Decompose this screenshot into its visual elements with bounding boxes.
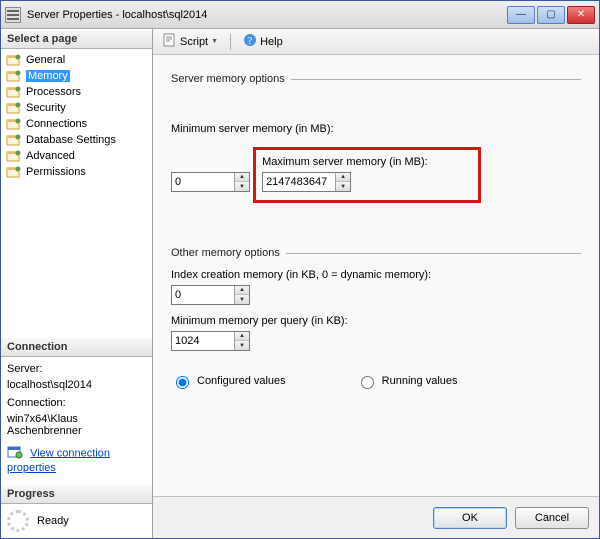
progress-header: Progress: [1, 484, 152, 504]
window-title: Server Properties - localhost\sql2014: [27, 9, 507, 21]
connection-value: win7x64\Klaus Aschenbrenner: [7, 413, 146, 437]
max-memory-input[interactable]: [263, 173, 335, 191]
ok-button[interactable]: OK: [433, 507, 507, 529]
spin-down-button[interactable]: ▼: [235, 295, 249, 304]
titlebar[interactable]: Server Properties - localhost\sql2014 — …: [1, 1, 599, 29]
sidebar-item-memory[interactable]: Memory: [3, 68, 150, 84]
page-icon: [6, 117, 22, 131]
page-icon: [6, 53, 22, 67]
max-memory-highlight: Maximum server memory (in MB): ▲▼: [253, 147, 481, 203]
script-button[interactable]: Script ▼: [159, 31, 222, 52]
index-memory-spinbox[interactable]: ▲▼: [171, 285, 250, 305]
sidebar-item-processors[interactable]: Processors: [3, 84, 150, 100]
max-memory-label: Maximum server memory (in MB):: [262, 156, 428, 168]
min-query-memory-label: Minimum memory per query (in KB):: [171, 315, 581, 327]
properties-icon: [7, 445, 23, 462]
index-memory-label: Index creation memory (in KB, 0 = dynami…: [171, 269, 581, 281]
close-button[interactable]: ✕: [567, 6, 595, 24]
sidebar-item-security[interactable]: Security: [3, 100, 150, 116]
spin-down-button[interactable]: ▼: [235, 341, 249, 350]
help-icon: ?: [243, 33, 257, 50]
spin-up-button[interactable]: ▲: [235, 332, 249, 341]
progress-spinner-icon: [7, 510, 29, 532]
min-memory-input[interactable]: [172, 173, 234, 191]
spin-up-button[interactable]: ▲: [235, 286, 249, 295]
page-icon: [6, 69, 22, 83]
help-button[interactable]: ? Help: [239, 31, 287, 52]
page-icon: [6, 133, 22, 147]
cancel-button[interactable]: Cancel: [515, 507, 589, 529]
progress-status: Ready: [37, 515, 69, 527]
other-memory-group: Other memory options: [171, 247, 581, 259]
configured-values-radio[interactable]: Configured values: [171, 373, 286, 389]
server-label: Server:: [7, 363, 146, 375]
chevron-down-icon: ▼: [211, 38, 218, 45]
server-memory-group: Server memory options: [171, 73, 581, 85]
content-area: Server memory options Minimum server mem…: [153, 55, 599, 496]
index-memory-input[interactable]: [172, 286, 234, 304]
dialog-footer: OK Cancel: [153, 496, 599, 538]
minimize-button[interactable]: —: [507, 6, 535, 24]
select-page-header: Select a page: [1, 29, 152, 49]
page-list: GeneralMemoryProcessorsSecurityConnectio…: [1, 49, 152, 183]
connection-label: Connection:: [7, 397, 146, 409]
spin-up-button[interactable]: ▲: [336, 173, 350, 182]
max-memory-spinbox[interactable]: ▲▼: [262, 172, 351, 192]
min-query-memory-spinbox[interactable]: ▲▼: [171, 331, 250, 351]
server-properties-dialog: Server Properties - localhost\sql2014 — …: [0, 0, 600, 539]
spin-down-button[interactable]: ▼: [336, 182, 350, 191]
min-query-memory-input[interactable]: [172, 332, 234, 350]
page-icon: [6, 149, 22, 163]
page-icon: [6, 101, 22, 115]
toolbar: Script ▼ ? Help: [153, 29, 599, 55]
min-memory-label: Minimum server memory (in MB):: [171, 123, 581, 135]
script-icon: [163, 33, 177, 50]
connection-header: Connection: [1, 337, 152, 357]
sidebar-item-connections[interactable]: Connections: [3, 116, 150, 132]
values-radio-group: Configured values Running values: [171, 373, 581, 389]
sidebar-item-advanced[interactable]: Advanced: [3, 148, 150, 164]
right-panel: Script ▼ ? Help Server memory options Mi…: [153, 29, 599, 538]
maximize-button[interactable]: ▢: [537, 6, 565, 24]
spin-up-button[interactable]: ▲: [235, 173, 249, 182]
app-icon: [5, 7, 21, 23]
svg-text:?: ?: [248, 36, 253, 47]
min-memory-spinbox[interactable]: ▲▼: [171, 172, 250, 192]
page-icon: [6, 165, 22, 179]
page-icon: [6, 85, 22, 99]
server-value: localhost\sql2014: [7, 379, 146, 391]
spin-down-button[interactable]: ▼: [235, 182, 249, 191]
sidebar-item-general[interactable]: General: [3, 52, 150, 68]
sidebar-item-database-settings[interactable]: Database Settings: [3, 132, 150, 148]
sidebar-item-permissions[interactable]: Permissions: [3, 164, 150, 180]
running-values-radio[interactable]: Running values: [356, 373, 458, 389]
left-panel: Select a page GeneralMemoryProcessorsSec…: [1, 29, 153, 538]
